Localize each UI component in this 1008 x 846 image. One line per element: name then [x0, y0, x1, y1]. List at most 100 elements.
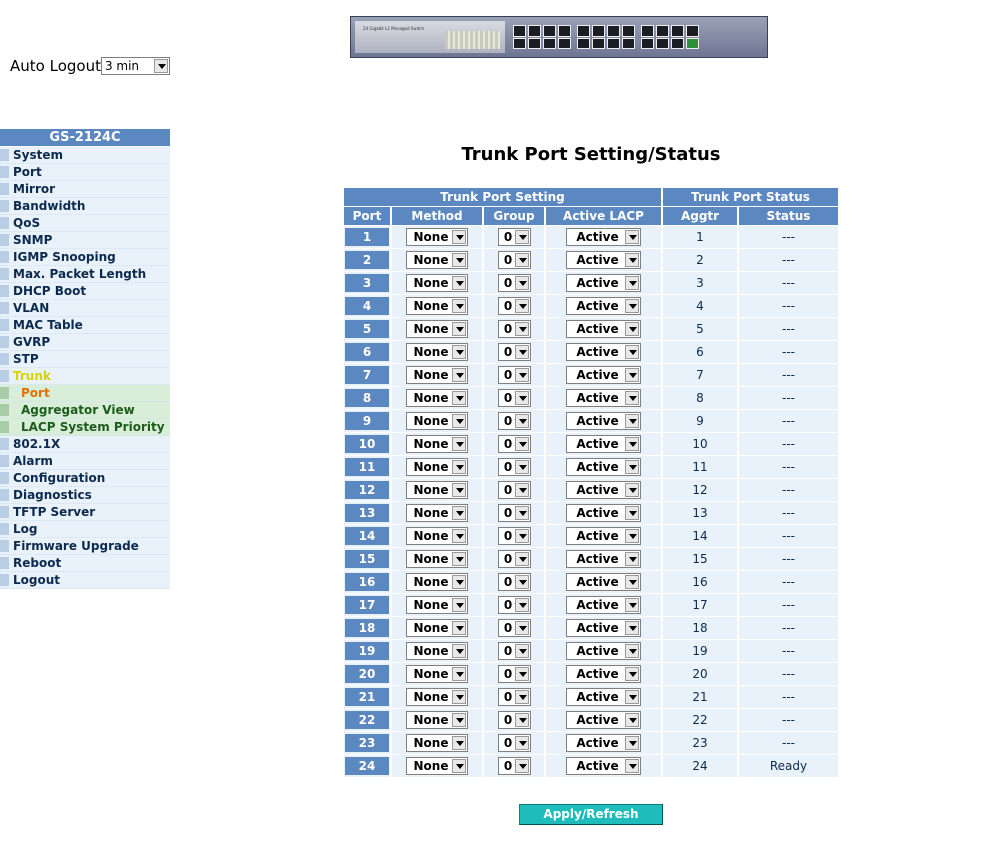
- nav-item-stp[interactable]: STP: [0, 351, 170, 368]
- active-lacp-select[interactable]: Active: [566, 297, 641, 315]
- method-select[interactable]: None: [406, 297, 468, 315]
- active-lacp-select[interactable]: Active: [566, 320, 641, 338]
- group-select[interactable]: 0: [497, 757, 531, 775]
- nav-item-logout[interactable]: Logout: [0, 572, 170, 589]
- method-select[interactable]: None: [406, 389, 468, 407]
- nav-item-igmp-snooping[interactable]: IGMP Snooping: [0, 249, 170, 266]
- nav-item-qos[interactable]: QoS: [0, 215, 170, 232]
- nav-item-mirror[interactable]: Mirror: [0, 181, 170, 198]
- method-select[interactable]: None: [406, 504, 468, 522]
- active-lacp-select[interactable]: Active: [566, 435, 641, 453]
- method-select[interactable]: None: [406, 734, 468, 752]
- nav-item-mac-table[interactable]: MAC Table: [0, 317, 170, 334]
- active-lacp-select[interactable]: Active: [566, 711, 641, 729]
- active-lacp-select[interactable]: Active: [566, 550, 641, 568]
- method-select[interactable]: None: [406, 481, 468, 499]
- nav-item-alarm[interactable]: Alarm: [0, 453, 170, 470]
- auto-logout-select[interactable]: 3 min: [100, 57, 170, 75]
- nav-item-tftp-server[interactable]: TFTP Server: [0, 504, 170, 521]
- group-select[interactable]: 0: [497, 550, 531, 568]
- nav-item-reboot[interactable]: Reboot: [0, 555, 170, 572]
- nav-item-port[interactable]: Port: [0, 164, 170, 181]
- active-lacp-select[interactable]: Active: [566, 228, 641, 246]
- nav-item-802-1x[interactable]: 802.1X: [0, 436, 170, 453]
- active-lacp-select[interactable]: Active: [566, 481, 641, 499]
- group-select[interactable]: 0: [497, 711, 531, 729]
- nav-item-log[interactable]: Log: [0, 521, 170, 538]
- nav-item-vlan[interactable]: VLAN: [0, 300, 170, 317]
- nav-item-system[interactable]: System: [0, 147, 170, 164]
- nav-item-bandwidth[interactable]: Bandwidth: [0, 198, 170, 215]
- method-select[interactable]: None: [406, 343, 468, 361]
- active-lacp-select[interactable]: Active: [566, 642, 641, 660]
- group-select[interactable]: 0: [497, 504, 531, 522]
- group-select[interactable]: 0: [497, 573, 531, 591]
- active-lacp-select[interactable]: Active: [566, 504, 641, 522]
- nav-subitem-aggregator-view[interactable]: Aggregator View: [0, 402, 170, 419]
- method-select[interactable]: None: [406, 665, 468, 683]
- active-lacp-select[interactable]: Active: [566, 757, 641, 775]
- nav-item-firmware-upgrade[interactable]: Firmware Upgrade: [0, 538, 170, 555]
- group-select[interactable]: 0: [497, 389, 531, 407]
- method-select[interactable]: None: [406, 527, 468, 545]
- group-select[interactable]: 0: [497, 274, 531, 292]
- group-select[interactable]: 0: [497, 481, 531, 499]
- method-select[interactable]: None: [406, 619, 468, 637]
- group-select[interactable]: 0: [497, 343, 531, 361]
- active-lacp-select[interactable]: Active: [566, 343, 641, 361]
- apply-refresh-button[interactable]: Apply/Refresh: [519, 804, 663, 825]
- active-lacp-select[interactable]: Active: [566, 389, 641, 407]
- nav-item-trunk[interactable]: Trunk: [0, 368, 170, 385]
- group-select[interactable]: 0: [497, 619, 531, 637]
- group-select[interactable]: 0: [497, 228, 531, 246]
- active-lacp-select[interactable]: Active: [566, 688, 641, 706]
- method-select[interactable]: None: [406, 274, 468, 292]
- method-select[interactable]: None: [406, 642, 468, 660]
- nav-subitem-lacp-system-priority[interactable]: LACP System Priority: [0, 419, 170, 436]
- group-select[interactable]: 0: [497, 527, 531, 545]
- method-select[interactable]: None: [406, 251, 468, 269]
- active-lacp-select[interactable]: Active: [566, 665, 641, 683]
- nav-item-gvrp[interactable]: GVRP: [0, 334, 170, 351]
- nav-item-diagnostics[interactable]: Diagnostics: [0, 487, 170, 504]
- group-select[interactable]: 0: [497, 688, 531, 706]
- nav-item-snmp[interactable]: SNMP: [0, 232, 170, 249]
- group-select[interactable]: 0: [497, 435, 531, 453]
- group-select[interactable]: 0: [497, 596, 531, 614]
- group-select[interactable]: 0: [497, 665, 531, 683]
- method-select[interactable]: None: [406, 412, 468, 430]
- method-select[interactable]: None: [406, 573, 468, 591]
- method-select[interactable]: None: [406, 550, 468, 568]
- group-select[interactable]: 0: [497, 320, 531, 338]
- active-lacp-select[interactable]: Active: [566, 458, 641, 476]
- group-select[interactable]: 0: [497, 366, 531, 384]
- method-select[interactable]: None: [406, 688, 468, 706]
- group-select[interactable]: 0: [497, 297, 531, 315]
- method-select[interactable]: None: [406, 366, 468, 384]
- nav-item-max-packet-length[interactable]: Max. Packet Length: [0, 266, 170, 283]
- nav-item-configuration[interactable]: Configuration: [0, 470, 170, 487]
- active-lacp-select[interactable]: Active: [566, 596, 641, 614]
- method-select[interactable]: None: [406, 320, 468, 338]
- nav-item-dhcp-boot[interactable]: DHCP Boot: [0, 283, 170, 300]
- method-select[interactable]: None: [406, 711, 468, 729]
- method-select[interactable]: None: [406, 596, 468, 614]
- active-lacp-select[interactable]: Active: [566, 619, 641, 637]
- active-lacp-select[interactable]: Active: [566, 412, 641, 430]
- active-lacp-select[interactable]: Active: [566, 274, 641, 292]
- method-select[interactable]: None: [406, 458, 468, 476]
- group-select[interactable]: 0: [497, 458, 531, 476]
- method-select[interactable]: None: [406, 435, 468, 453]
- group-select[interactable]: 0: [497, 412, 531, 430]
- active-lacp-select[interactable]: Active: [566, 366, 641, 384]
- group-select[interactable]: 0: [497, 734, 531, 752]
- active-lacp-select[interactable]: Active: [566, 251, 641, 269]
- active-lacp-select[interactable]: Active: [566, 573, 641, 591]
- nav-subitem-port[interactable]: Port: [0, 385, 170, 402]
- method-select[interactable]: None: [406, 757, 468, 775]
- active-lacp-select[interactable]: Active: [566, 734, 641, 752]
- group-select[interactable]: 0: [497, 642, 531, 660]
- method-select[interactable]: None: [406, 228, 468, 246]
- active-lacp-select[interactable]: Active: [566, 527, 641, 545]
- group-select[interactable]: 0: [497, 251, 531, 269]
